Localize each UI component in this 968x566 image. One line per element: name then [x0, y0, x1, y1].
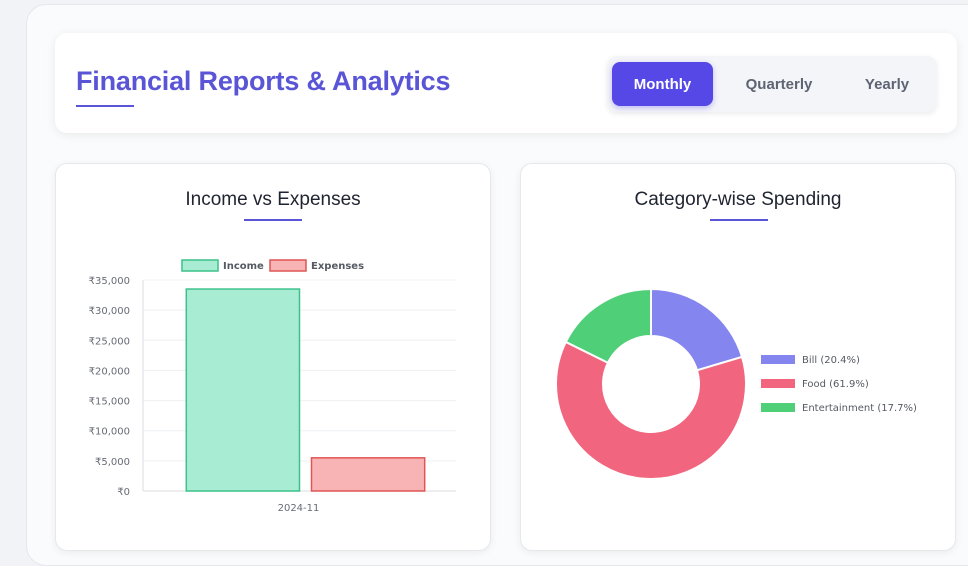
tab-quarterly[interactable]: Quarterly — [729, 62, 829, 106]
legend-label-income: Income — [223, 261, 264, 272]
legend-swatch-expenses — [269, 259, 307, 272]
income-expenses-card: Income vs Expenses ₹0 ₹5,000 ₹10,000 ₹15,00… — [55, 163, 491, 551]
tab-monthly[interactable]: Monthly — [612, 62, 713, 106]
pie-legend-label: Food (61.9%) — [802, 379, 869, 390]
title-underline — [76, 105, 134, 107]
y-tick-label: ₹25,000 — [89, 336, 130, 347]
y-tick-label: ₹5,000 — [95, 457, 130, 468]
x-tick-label: 2024-11 — [278, 503, 320, 514]
y-tick-label: ₹20,000 — [89, 366, 130, 377]
period-selector: Monthly Quarterly Yearly — [607, 56, 937, 112]
report-header: Financial Reports & Analytics Monthly Qu… — [55, 33, 957, 133]
legend-label-expenses: Expenses — [311, 261, 364, 272]
pie-slice-1 — [650, 287, 744, 372]
category-spending-doughnut-chart: Bill (20.4%) Food (61.9%) Entertainment (1… — [555, 287, 917, 480]
pie-legend-swatch — [761, 355, 795, 364]
y-tick-label: ₹15,000 — [89, 397, 130, 408]
y-tick-label: ₹30,000 — [89, 306, 130, 317]
y-tick-label: ₹0 — [117, 487, 130, 498]
pie-legend-swatch — [761, 379, 795, 388]
page-title: Financial Reports & Analytics — [76, 66, 451, 96]
pie-legend-label: Entertainment (17.7%) — [802, 403, 917, 414]
income-expenses-bar-chart: ₹0 ₹5,000 ₹10,000 ₹15,000 ₹20,000 ₹25,000 ₹30,… — [89, 259, 456, 514]
bar-income — [185, 288, 301, 492]
pie-legend-swatch — [761, 403, 795, 412]
y-tick-label: ₹35,000 — [89, 276, 130, 287]
category-spending-card: Category-wise Spending Bill (20.4%) Food … — [520, 163, 956, 551]
y-tick-label: ₹10,000 — [89, 427, 130, 438]
pie-legend-label: Bill (20.4%) — [802, 355, 860, 366]
legend-swatch-income — [181, 259, 219, 272]
bar-expenses — [310, 457, 426, 492]
tab-yearly[interactable]: Yearly — [843, 62, 931, 106]
